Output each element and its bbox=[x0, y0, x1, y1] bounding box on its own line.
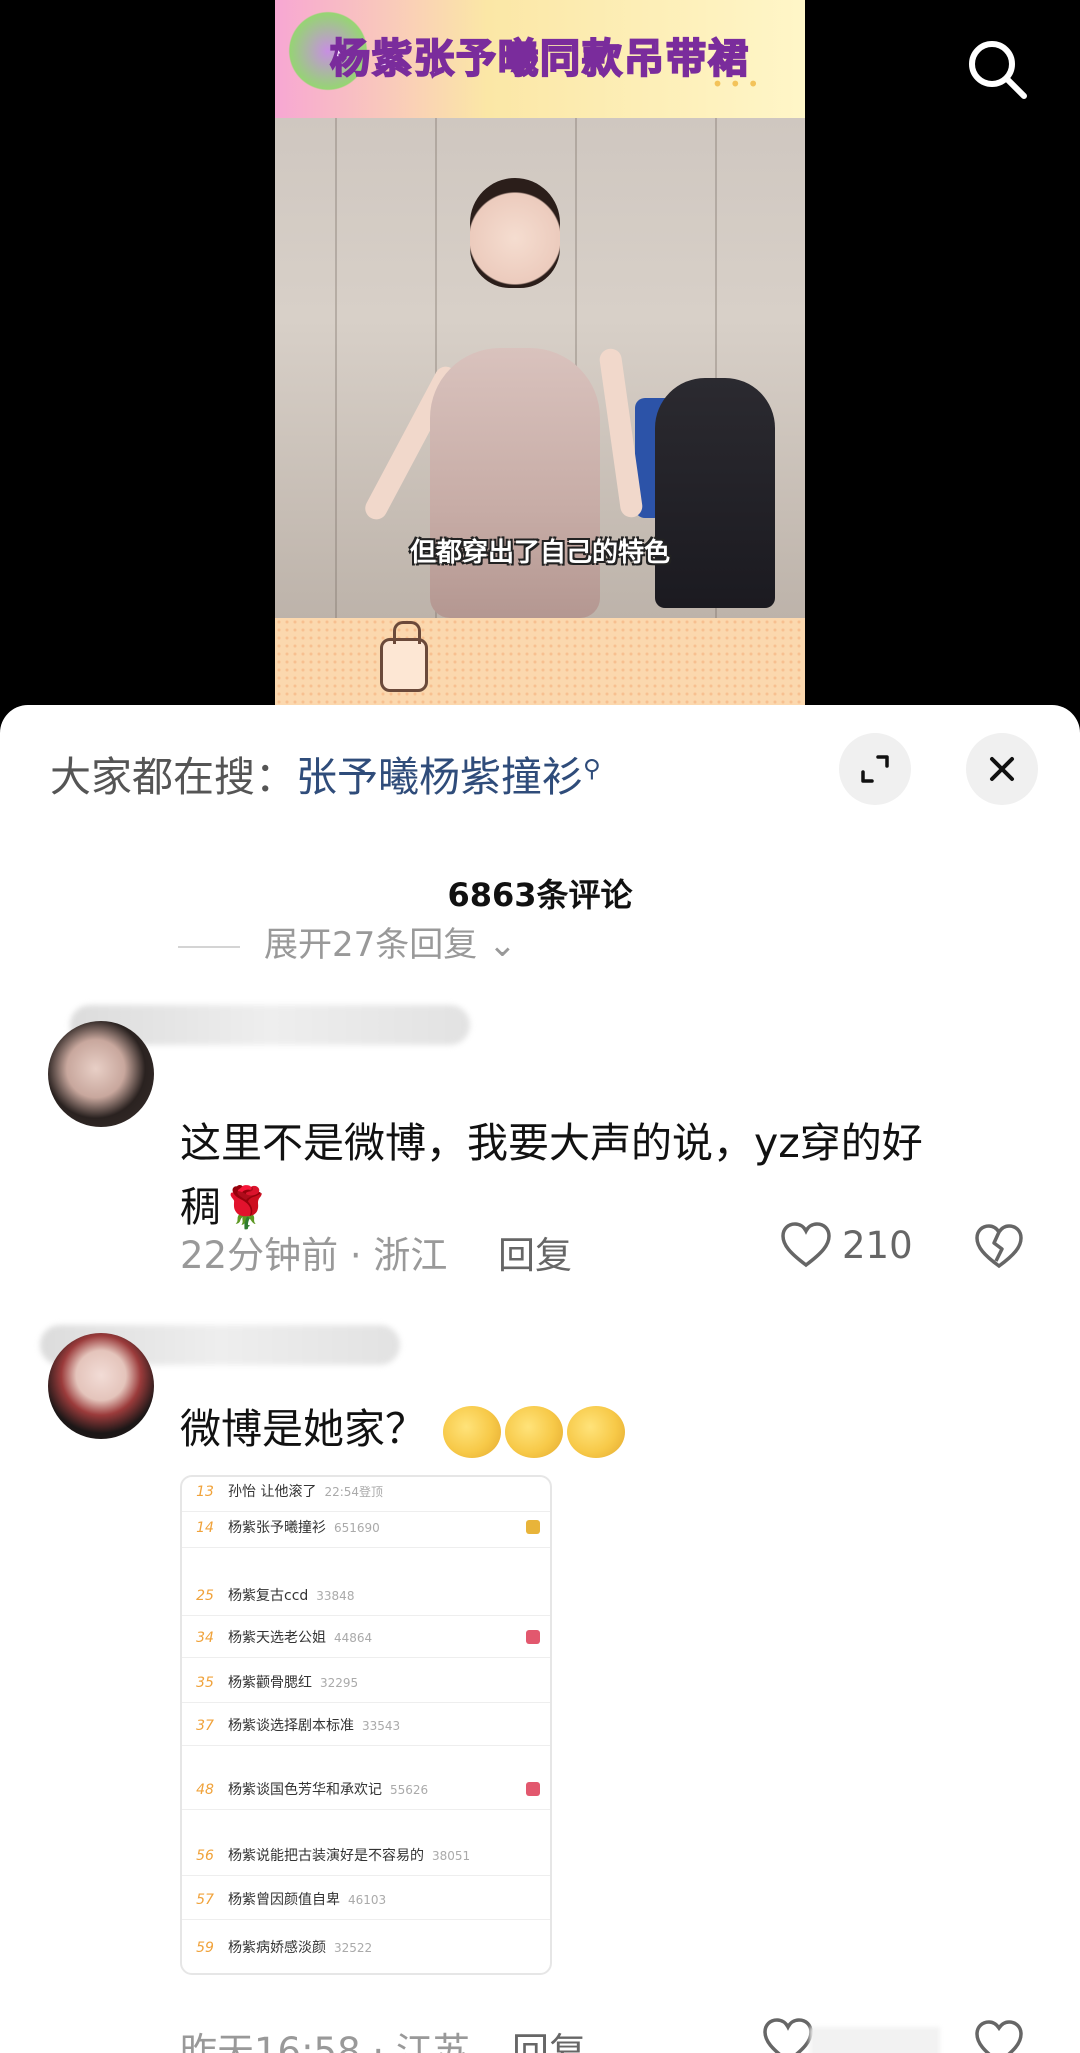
close-button[interactable] bbox=[966, 733, 1038, 805]
dislike-button[interactable] bbox=[974, 2017, 1024, 2053]
expand-button[interactable] bbox=[839, 733, 911, 805]
hot-list-value: 44864 bbox=[334, 1631, 373, 1645]
comment-text-line: 稠 bbox=[180, 1183, 221, 1231]
hot-list-divider bbox=[182, 1745, 550, 1746]
hot-list-value: 33543 bbox=[362, 1719, 401, 1733]
hot-list-title: 杨紫天选老公姐 bbox=[228, 1630, 326, 1646]
hot-search-label: 大家都在搜： bbox=[50, 753, 296, 801]
facepalm-emoji-icon bbox=[505, 1406, 564, 1458]
hot-list-value: 46103 bbox=[348, 1893, 387, 1907]
video-subtitle: 但都穿出了自己的特色 bbox=[409, 538, 670, 568]
hot-list-rank: 59 bbox=[196, 1940, 214, 1956]
hot-list-title: 杨紫谈选择剧本标准 bbox=[228, 1718, 354, 1734]
small-search-icon: ⚲ bbox=[583, 754, 601, 783]
hot-list-rank: 25 bbox=[196, 1588, 214, 1604]
hot-list-title: 杨紫颧骨腮红 bbox=[228, 1675, 312, 1691]
hot-list-rank: 14 bbox=[196, 1520, 214, 1536]
divider-dash bbox=[178, 945, 240, 948]
hot-list-row: 48 杨紫谈国色芳华和承欢记 55626 bbox=[182, 1779, 550, 1803]
video-player[interactable]: 杨紫张予曦同款吊带裙 ••• 但都穿出了自己的特色 bbox=[0, 0, 1080, 720]
hot-list-title: 杨紫说能把古装演好是不容易的 bbox=[228, 1848, 424, 1864]
like-count-blurred bbox=[810, 2027, 940, 2053]
comment-image-hot-list[interactable]: 13 孙怡 让他滚了 22:54登顶 14 杨紫张予曦撞衫 651690 25 杨紫复古ccd… bbox=[180, 1475, 552, 1975]
chevron-down-icon: ⌄ bbox=[488, 925, 517, 965]
expand-icon bbox=[861, 755, 889, 783]
hot-list-row: 35 杨紫颧骨腮红 32295 bbox=[182, 1672, 550, 1696]
hot-list-row: 56 杨紫说能把古装演好是不容易的 38051 bbox=[182, 1845, 550, 1869]
hot-list-divider bbox=[182, 1615, 550, 1616]
hot-list-row: 14 杨紫张予曦撞衫 651690 bbox=[182, 1517, 550, 1541]
hot-list-divider bbox=[182, 1547, 550, 1548]
hot-list-divider bbox=[182, 1919, 550, 1920]
reply-button[interactable]: 回复 bbox=[498, 1225, 572, 1279]
hot-list-title: 杨紫谈国色芳华和承欢记 bbox=[228, 1782, 382, 1798]
hot-list-divider bbox=[182, 1657, 550, 1658]
hot-list-row: 13 孙怡 让他滚了 22:54登顶 bbox=[182, 1481, 550, 1505]
comment-count: 6863条评论 bbox=[447, 876, 633, 914]
hot-list-value: 32295 bbox=[320, 1676, 359, 1690]
hot-list-rank: 34 bbox=[196, 1630, 214, 1646]
hot-list-rank: 13 bbox=[196, 1484, 214, 1500]
hot-list-value: 55626 bbox=[390, 1783, 429, 1797]
video-banner: 杨紫张予曦同款吊带裙 ••• bbox=[275, 0, 805, 118]
heart-icon bbox=[763, 2018, 813, 2053]
expand-replies-link[interactable]: 展开27条回复 ⌄ bbox=[178, 917, 517, 966]
bag-icon bbox=[380, 621, 428, 692]
hot-list-title: 杨紫张予曦撞衫 bbox=[228, 1520, 326, 1536]
close-icon bbox=[990, 757, 1014, 781]
hot-list-row: 37 杨紫谈选择剧本标准 33543 bbox=[182, 1715, 550, 1739]
expand-replies-label: 展开27条回复 bbox=[264, 925, 478, 965]
hot-list-rank: 48 bbox=[196, 1782, 214, 1798]
hot-list-value: 22:54登顶 bbox=[324, 1485, 384, 1499]
hot-list-value: 33848 bbox=[316, 1589, 355, 1603]
banner-dots: ••• bbox=[711, 72, 765, 96]
hot-list-rank: 57 bbox=[196, 1892, 214, 1908]
hot-list-divider bbox=[182, 1875, 550, 1876]
broken-heart-icon bbox=[975, 1224, 1023, 1269]
background-person bbox=[655, 378, 775, 608]
hot-list-divider bbox=[182, 1702, 550, 1703]
heart-icon bbox=[781, 1222, 831, 1268]
hot-list-title: 杨紫复古ccd bbox=[228, 1588, 309, 1604]
broken-heart-icon bbox=[975, 2020, 1023, 2053]
hot-list-badge-icon bbox=[526, 1630, 540, 1644]
search-icon bbox=[969, 41, 1027, 99]
reply-button[interactable]: 回复 bbox=[512, 2021, 586, 2053]
facepalm-emoji-icon bbox=[567, 1406, 626, 1458]
hot-list-value: 651690 bbox=[334, 1521, 380, 1535]
hot-list-value: 38051 bbox=[432, 1849, 471, 1863]
avatar[interactable] bbox=[48, 1333, 154, 1439]
hot-list-divider bbox=[182, 1809, 550, 1810]
hot-list-divider bbox=[182, 1511, 550, 1512]
hot-list-rank: 56 bbox=[196, 1848, 214, 1864]
hot-list-badge-icon bbox=[526, 1520, 540, 1534]
comment-panel: 大家都在搜：张予曦杨紫撞衫⚲ 6863条评论 展开27条回复 ⌄ 这里不是微博，… bbox=[0, 705, 1080, 2053]
hot-list-row: 59 杨紫病娇感淡颜 32522 bbox=[182, 1937, 550, 1961]
hot-list-title: 孙怡 让他滚了 bbox=[228, 1484, 317, 1500]
facepalm-emoji-icon bbox=[443, 1406, 502, 1458]
hot-list-badge-icon bbox=[526, 1782, 540, 1796]
comment-meta: 22分钟前 · 浙江 bbox=[180, 1234, 448, 1277]
like-button[interactable] bbox=[762, 2017, 814, 2053]
hot-search-bar[interactable]: 大家都在搜：张予曦杨紫撞衫⚲ bbox=[50, 743, 601, 803]
like-count: 210 bbox=[842, 1223, 913, 1267]
comment-meta: 昨天16:58 · 江苏 bbox=[180, 2030, 470, 2053]
hot-list-title: 杨紫病娇感淡颜 bbox=[228, 1940, 326, 1956]
hot-search-term[interactable]: 张予曦杨紫撞衫 bbox=[296, 753, 583, 801]
comment-text-line: 这里不是微博，我要大声的说，yz穿的好 bbox=[180, 1119, 923, 1167]
hot-list-row: 25 杨紫复古ccd 33848 bbox=[182, 1585, 550, 1609]
hot-list-row: 57 杨紫曾因颜值自卑 46103 bbox=[182, 1889, 550, 1913]
hot-list-title: 杨紫曾因颜值自卑 bbox=[228, 1892, 340, 1908]
like-button[interactable]: 210 bbox=[780, 1221, 913, 1269]
hot-list-row: 34 杨紫天选老公姐 44864 bbox=[182, 1627, 550, 1651]
comment-text-line: 微博是她家？ bbox=[180, 1405, 426, 1453]
avatar[interactable] bbox=[48, 1021, 154, 1127]
comment-text[interactable]: 微博是她家？ bbox=[180, 1397, 1020, 1461]
hot-list-rank: 37 bbox=[196, 1718, 214, 1734]
hot-list-value: 32522 bbox=[334, 1941, 373, 1955]
hot-list-rank: 35 bbox=[196, 1675, 214, 1691]
search-button[interactable] bbox=[962, 34, 1032, 104]
dislike-button[interactable] bbox=[974, 1221, 1024, 1271]
video-frame[interactable]: 杨紫张予曦同款吊带裙 ••• 但都穿出了自己的特色 bbox=[275, 0, 805, 720]
